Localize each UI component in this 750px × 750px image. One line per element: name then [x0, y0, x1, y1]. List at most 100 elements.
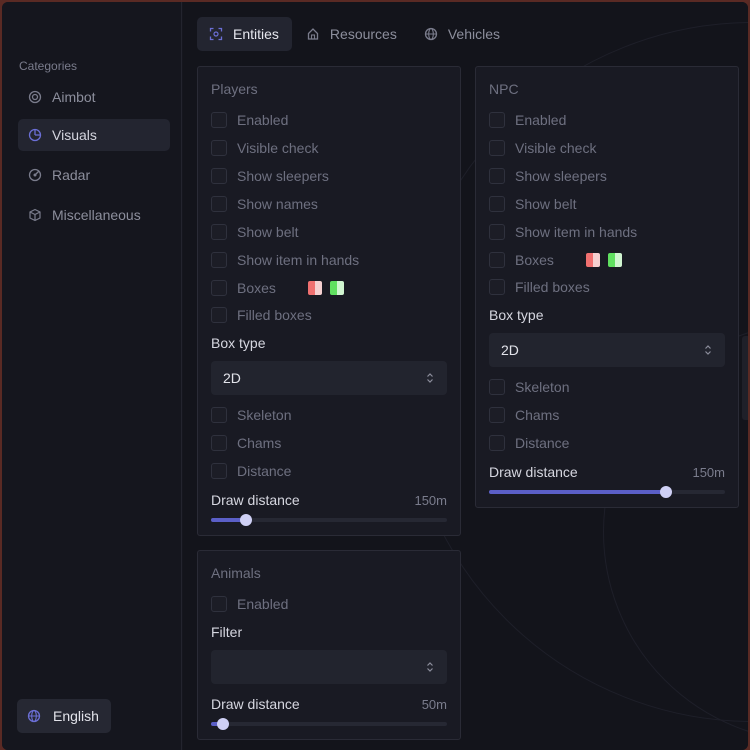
- checkbox-filled-boxes[interactable]: Filled boxes: [211, 306, 312, 324]
- scan-icon: [209, 27, 223, 41]
- checkbox-label: Show sleepers: [515, 168, 607, 184]
- sidebar-item-label: Miscellaneous: [52, 207, 141, 223]
- checkbox-box[interactable]: [489, 196, 505, 212]
- checkbox-label: Chams: [237, 435, 282, 451]
- checkbox-box[interactable]: [211, 435, 227, 451]
- checkbox-label: Enabled: [515, 112, 567, 128]
- draw-distance-slider[interactable]: [211, 514, 447, 526]
- sidebar-item-visuals[interactable]: Visuals: [18, 119, 170, 151]
- box-type-select[interactable]: 2D: [489, 333, 725, 367]
- checkbox-box[interactable]: [489, 407, 505, 423]
- globe-icon: [27, 709, 41, 723]
- sidebar-item-miscellaneous[interactable]: Miscellaneous: [18, 199, 170, 231]
- draw-distance-slider[interactable]: [489, 486, 725, 498]
- slider-label: Draw distance: [211, 696, 300, 712]
- checkbox-box[interactable]: [489, 279, 505, 295]
- checkbox-label: Visible check: [515, 140, 597, 156]
- draw-distance-slider[interactable]: [211, 718, 447, 730]
- checkbox-label: Skeleton: [237, 407, 292, 423]
- sidebar: Categories Aimbot Visuals Radar Miscella…: [2, 2, 182, 750]
- color-picker-hidden[interactable]: [607, 253, 622, 267]
- target-icon: [28, 90, 42, 104]
- cube-icon: [28, 208, 42, 222]
- box-type-label: Box type: [489, 307, 544, 323]
- checkbox-box[interactable]: [489, 379, 505, 395]
- tab-entities[interactable]: Entities: [197, 17, 292, 51]
- checkbox-label: Boxes: [237, 280, 276, 296]
- draw-distance-header: Draw distance 150m: [211, 491, 447, 509]
- tab-label: Resources: [329, 26, 397, 42]
- checkbox-box[interactable]: [489, 112, 505, 128]
- sidebar-item-aimbot[interactable]: Aimbot: [18, 81, 170, 113]
- checkbox-show-sleepers[interactable]: Show sleepers: [211, 167, 329, 185]
- checkbox-box[interactable]: [489, 252, 505, 268]
- checkbox-label: Boxes: [515, 252, 554, 268]
- panel-title: NPC: [489, 81, 519, 97]
- checkbox-box[interactable]: [211, 112, 227, 128]
- checkbox-skeleton[interactable]: Skeleton: [211, 406, 291, 424]
- checkbox-enabled[interactable]: Enabled: [211, 595, 288, 613]
- main-content: Entities Resources Vehicles Players Enab…: [183, 2, 748, 750]
- checkbox-box[interactable]: [211, 224, 227, 240]
- checkbox-box[interactable]: [211, 280, 227, 296]
- checkbox-box[interactable]: [211, 407, 227, 423]
- globe-icon: [424, 27, 438, 41]
- slider-thumb[interactable]: [240, 514, 253, 526]
- checkbox-chams[interactable]: Chams: [489, 406, 559, 424]
- checkbox-show-belt[interactable]: Show belt: [489, 195, 576, 213]
- color-picker-visible[interactable]: [307, 281, 322, 295]
- chevron-up-down-icon: [703, 344, 713, 356]
- scrollbar-handle[interactable]: [742, 336, 748, 420]
- tab-label: Vehicles: [447, 26, 500, 42]
- language-button[interactable]: English: [17, 699, 111, 733]
- checkbox-label: Enabled: [237, 596, 289, 612]
- panel-title: Players: [211, 81, 258, 97]
- checkbox-chams[interactable]: Chams: [211, 434, 281, 452]
- checkbox-show-belt[interactable]: Show belt: [211, 223, 298, 241]
- npc-panel: NPC Enabled Visible check Show sleepers …: [475, 66, 739, 508]
- checkbox-box[interactable]: [211, 140, 227, 156]
- color-picker-visible[interactable]: [585, 253, 600, 267]
- checkbox-boxes[interactable]: Boxes: [211, 279, 344, 297]
- checkbox-box[interactable]: [211, 168, 227, 184]
- checkbox-box[interactable]: [211, 596, 227, 612]
- checkbox-enabled[interactable]: Enabled: [211, 111, 288, 129]
- checkbox-label: Skeleton: [515, 379, 570, 395]
- checkbox-box[interactable]: [489, 435, 505, 451]
- checkbox-visible-check[interactable]: Visible check: [211, 139, 318, 157]
- pie-chart-icon: [28, 128, 42, 142]
- checkbox-show-sleepers[interactable]: Show sleepers: [489, 167, 607, 185]
- checkbox-enabled[interactable]: Enabled: [489, 111, 566, 129]
- checkbox-box[interactable]: [211, 252, 227, 268]
- filter-select[interactable]: [211, 650, 447, 684]
- checkbox-label: Show belt: [237, 224, 299, 240]
- box-type-select[interactable]: 2D: [211, 361, 447, 395]
- checkbox-label: Filled boxes: [237, 307, 312, 323]
- checkbox-distance[interactable]: Distance: [211, 462, 291, 480]
- slider-thumb[interactable]: [216, 718, 229, 730]
- color-picker-hidden[interactable]: [329, 281, 344, 295]
- tab-resources[interactable]: Resources: [294, 17, 410, 51]
- chevron-up-down-icon: [425, 372, 435, 384]
- checkbox-visible-check[interactable]: Visible check: [489, 139, 596, 157]
- checkbox-box[interactable]: [211, 463, 227, 479]
- sidebar-item-radar[interactable]: Radar: [18, 159, 170, 191]
- checkbox-box[interactable]: [211, 196, 227, 212]
- tab-vehicles[interactable]: Vehicles: [412, 17, 513, 51]
- checkbox-skeleton[interactable]: Skeleton: [489, 378, 569, 396]
- filter-label: Filter: [211, 624, 243, 640]
- checkbox-box[interactable]: [489, 224, 505, 240]
- chevron-up-down-icon: [425, 661, 435, 673]
- slider-thumb[interactable]: [660, 486, 672, 498]
- checkbox-box[interactable]: [489, 168, 505, 184]
- checkbox-show-item-in-hands[interactable]: Show item in hands: [489, 223, 637, 241]
- home-icon: [306, 27, 320, 41]
- checkbox-filled-boxes[interactable]: Filled boxes: [489, 278, 590, 296]
- checkbox-box[interactable]: [489, 140, 505, 156]
- checkbox-show-names[interactable]: Show names: [211, 195, 318, 213]
- checkbox-boxes[interactable]: Boxes: [489, 251, 622, 269]
- checkbox-show-item-in-hands[interactable]: Show item in hands: [211, 251, 359, 269]
- checkbox-label: Show belt: [515, 196, 577, 212]
- checkbox-distance[interactable]: Distance: [489, 434, 569, 452]
- checkbox-box[interactable]: [211, 307, 227, 323]
